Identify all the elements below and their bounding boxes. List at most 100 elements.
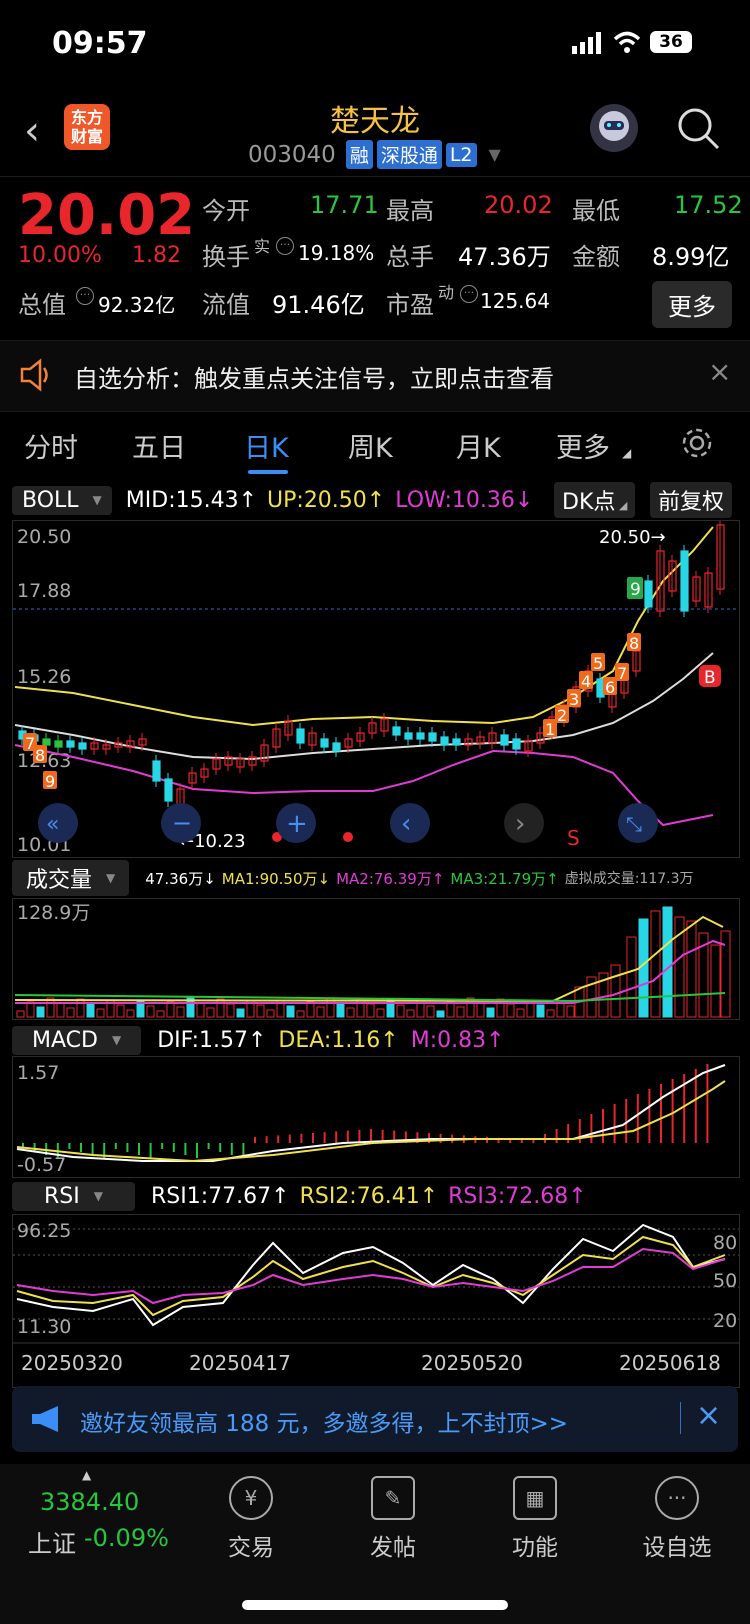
virtual-volume: 虚拟成交量:117.3万 xyxy=(564,871,694,887)
volume-bar xyxy=(366,1003,375,1018)
kline-chart[interactable]: 20.50 17.88 15.26 12.63 10.01 20.50→ ←10… xyxy=(12,519,740,858)
candle xyxy=(42,738,51,746)
volume-bar xyxy=(126,1009,135,1018)
volume-bar xyxy=(86,1003,95,1018)
turnover-sup: 实 xyxy=(254,237,271,256)
volume-bar xyxy=(286,1005,295,1018)
candle xyxy=(320,738,329,748)
macd-chart[interactable]: 1.57 -0.57 xyxy=(12,1056,740,1178)
caret-icon: ◢ xyxy=(622,446,632,460)
volume-bar xyxy=(626,936,637,1018)
volume-bar xyxy=(296,1010,305,1018)
robot-avatar-icon[interactable] xyxy=(590,104,638,152)
info-icon[interactable]: ··· xyxy=(460,285,478,303)
boll-up: UP:20.50↑ xyxy=(267,487,386,513)
close-icon[interactable]: × xyxy=(708,355,731,388)
rsi-selector[interactable]: RSI ▼ xyxy=(12,1181,135,1211)
td-count-label: 6 xyxy=(605,678,615,697)
candle xyxy=(332,742,341,752)
index-change: -0.09% xyxy=(84,1524,169,1552)
volume-bar xyxy=(406,1009,415,1018)
info-icon[interactable]: ··· xyxy=(276,237,294,255)
macd-dif: DIF:1.57↑ xyxy=(157,1027,267,1053)
volume-chart[interactable]: 128.9万 xyxy=(12,898,740,1020)
index-value[interactable]: 3384.40 xyxy=(40,1488,139,1516)
stock-code-row[interactable]: 003040 融 深股通 L2 ▼ xyxy=(248,140,501,169)
chevron-down-icon: ▼ xyxy=(106,871,116,885)
volume-bar xyxy=(316,1006,325,1018)
volume-selector-label: 成交量 xyxy=(26,868,93,893)
signal-icon xyxy=(572,32,604,58)
svg-text:«: « xyxy=(46,812,59,837)
macd-axis-top: 1.57 xyxy=(17,1062,59,1084)
tab-active-indicator xyxy=(248,470,288,474)
pe-value: 125.64 xyxy=(480,289,550,313)
axis-label-top: 20.50 xyxy=(17,526,71,548)
volume-bar xyxy=(650,910,661,1018)
svg-text:−: − xyxy=(172,809,192,837)
candle xyxy=(66,740,75,748)
adjust-button[interactable]: 前复权 xyxy=(650,482,733,518)
rsi2-value: RSI2:76.41↑ xyxy=(299,1183,439,1209)
volume-bar xyxy=(566,1005,575,1018)
change-amount: 1.82 xyxy=(132,243,181,268)
nav-functions[interactable]: ▦ 功能 xyxy=(480,1476,590,1562)
candle xyxy=(440,736,449,746)
macd-svg: 1.57 -0.57 xyxy=(16,1062,726,1176)
axis-label-17: 17.88 xyxy=(17,580,71,602)
td-count-label: 8 xyxy=(629,634,639,653)
tab-daily-k[interactable]: 日K xyxy=(244,426,289,465)
tab-weekly-k[interactable]: 周K xyxy=(348,426,393,465)
stock-header: ‹ 东方财富 楚天龙 003040 融 深股通 L2 ▼ xyxy=(0,90,750,176)
more-button[interactable]: 更多 xyxy=(652,281,732,328)
pe-sup: 动 xyxy=(438,283,455,302)
volume-bar xyxy=(610,964,621,1018)
change-percent: 10.00% xyxy=(18,243,102,268)
volume-selector[interactable]: 成交量 ▼ xyxy=(12,860,130,896)
volume-label: 总手 xyxy=(386,243,434,271)
high-value: 20.02 xyxy=(484,191,553,219)
rsi1-value: RSI1:77.67↑ xyxy=(150,1183,290,1209)
tab-five-day[interactable]: 五日 xyxy=(132,426,186,465)
signal-dot xyxy=(343,832,353,842)
boll-selector[interactable]: BOLL ▼ xyxy=(12,485,112,515)
tag-margin: 融 xyxy=(345,140,373,169)
analysis-banner[interactable]: 自选分析：触发重点关注信号，立即点击查看 × xyxy=(0,340,750,412)
nav-trade-label: 交易 xyxy=(228,1535,274,1561)
macd-dea: DEA:1.16↑ xyxy=(278,1027,399,1053)
nav-post[interactable]: ✎ 发帖 xyxy=(338,1476,448,1562)
tab-intraday[interactable]: 分时 xyxy=(24,426,78,465)
rsi-chart[interactable]: 96.25 11.30 80 50 20 20250320 20250417 2… xyxy=(12,1214,740,1388)
mktcap-value: 92.32亿 xyxy=(98,293,176,317)
volume-bar xyxy=(376,1008,385,1018)
gear-icon[interactable] xyxy=(680,426,714,464)
tab-more[interactable]: 更多 xyxy=(556,426,610,465)
dk-point-button[interactable]: DK点 ◢ xyxy=(554,482,636,518)
search-icon[interactable] xyxy=(676,106,722,156)
td-count-label: 4 xyxy=(581,672,591,691)
nav-post-label: 发帖 xyxy=(370,1535,416,1561)
info-icon[interactable]: ··· xyxy=(76,287,94,305)
candle xyxy=(596,678,605,698)
td-count-label: 3 xyxy=(569,690,579,709)
macd-selector-label: MACD xyxy=(32,1027,98,1053)
macd-selector[interactable]: MACD ▼ xyxy=(12,1025,142,1055)
rsi-axis-bottom: 11.30 xyxy=(17,1316,71,1338)
tag-connect: 深股通 xyxy=(376,140,442,169)
tab-monthly-k[interactable]: 月K xyxy=(456,426,501,465)
nav-watchlist[interactable]: ··· 设自选 xyxy=(622,1476,732,1562)
close-icon[interactable]: × xyxy=(696,1398,721,1433)
low-value: 17.52 xyxy=(674,191,743,219)
volume-bar xyxy=(662,906,673,1018)
rsi-level-80: 80 xyxy=(713,1232,737,1254)
open-value: 17.71 xyxy=(310,191,379,219)
invite-banner[interactable]: 邀好友领最高 188 元，多邀多得，上不封顶>> × xyxy=(12,1386,738,1452)
candle xyxy=(500,734,509,746)
volume-ma2-line xyxy=(15,939,726,1004)
date-label-1: 20250320 xyxy=(21,1351,123,1375)
volume-bar xyxy=(436,1010,445,1018)
volume-bar xyxy=(506,1003,515,1018)
speaker-icon xyxy=(18,357,54,397)
nav-trade[interactable]: ¥ 交易 xyxy=(196,1476,306,1562)
more-dots-icon: ··· xyxy=(655,1476,699,1520)
